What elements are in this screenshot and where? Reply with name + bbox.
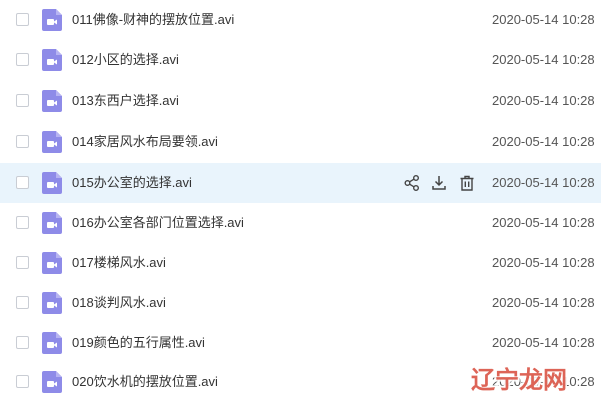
video-file-icon: [42, 9, 62, 31]
video-file-icon: [42, 131, 62, 153]
video-file-icon: [42, 212, 62, 234]
file-date: 2020-05-14 10:28: [492, 255, 595, 270]
file-date: 2020-05-14 10:28: [492, 134, 595, 149]
video-file-icon: [42, 371, 62, 393]
row-checkbox[interactable]: [16, 135, 29, 148]
file-date: 2020-05-14 10:28: [492, 215, 595, 230]
file-row[interactable]: 013东西户选择.avi 2020-05-14 10:28: [0, 81, 601, 121]
file-row[interactable]: 014家居风水布局要领.avi 2020-05-14 10:28: [0, 122, 601, 162]
file-row[interactable]: 011佛像-财神的摆放位置.avi 2020-05-14 10:28: [0, 0, 601, 40]
video-file-icon: [42, 332, 62, 354]
file-row[interactable]: 020饮水机的摆放位置.avi 2020-05-14 10:28: [0, 362, 601, 402]
row-checkbox[interactable]: [16, 375, 29, 388]
file-row[interactable]: 016办公室各部门位置选择.avi 2020-05-14 10:28: [0, 203, 601, 243]
file-row[interactable]: 012小区的选择.avi 2020-05-14 10:28: [0, 40, 601, 80]
file-name[interactable]: 020饮水机的摆放位置.avi: [72, 362, 218, 402]
file-name[interactable]: 012小区的选择.avi: [72, 40, 179, 80]
file-name[interactable]: 011佛像-财神的摆放位置.avi: [72, 0, 234, 40]
file-name[interactable]: 014家居风水布局要领.avi: [72, 122, 218, 162]
video-file-icon: [42, 292, 62, 314]
file-name[interactable]: 017楼梯风水.avi: [72, 243, 166, 283]
file-row[interactable]: 017楼梯风水.avi 2020-05-14 10:28: [0, 243, 601, 283]
file-name[interactable]: 013东西户选择.avi: [72, 81, 179, 121]
row-checkbox[interactable]: [16, 53, 29, 66]
video-file-icon: [42, 252, 62, 274]
file-name[interactable]: 018谈判风水.avi: [72, 283, 166, 323]
video-file-icon: [42, 49, 62, 71]
video-file-icon: [42, 90, 62, 112]
file-date: 2020-05-14 10:28: [492, 93, 595, 108]
row-checkbox[interactable]: [16, 94, 29, 107]
file-date: 2020-05-14 10:28: [492, 295, 595, 310]
row-checkbox[interactable]: [16, 296, 29, 309]
trash-icon[interactable]: [458, 174, 476, 192]
file-row[interactable]: 018谈判风水.avi 2020-05-14 10:28: [0, 283, 601, 323]
file-row-hovered[interactable]: 015办公室的选择.avi 2020-05-14 10:28: [0, 163, 601, 203]
row-checkbox[interactable]: [16, 256, 29, 269]
file-name[interactable]: 015办公室的选择.avi: [72, 163, 192, 203]
file-row[interactable]: 019颜色的五行属性.avi 2020-05-14 10:28: [0, 323, 601, 363]
row-checkbox[interactable]: [16, 216, 29, 229]
file-name[interactable]: 019颜色的五行属性.avi: [72, 323, 205, 363]
share-icon[interactable]: [403, 174, 421, 192]
row-checkbox[interactable]: [16, 336, 29, 349]
file-date: 2020-05-14 10:28: [492, 374, 595, 389]
file-date: 2020-05-14 10:28: [492, 175, 595, 190]
download-icon[interactable]: [430, 174, 448, 192]
file-date: 2020-05-14 10:28: [492, 335, 595, 350]
file-date: 2020-05-14 10:28: [492, 12, 595, 27]
row-checkbox[interactable]: [16, 13, 29, 26]
file-date: 2020-05-14 10:28: [492, 52, 595, 67]
video-file-icon: [42, 172, 62, 194]
row-checkbox[interactable]: [16, 176, 29, 189]
file-name[interactable]: 016办公室各部门位置选择.avi: [72, 203, 244, 243]
